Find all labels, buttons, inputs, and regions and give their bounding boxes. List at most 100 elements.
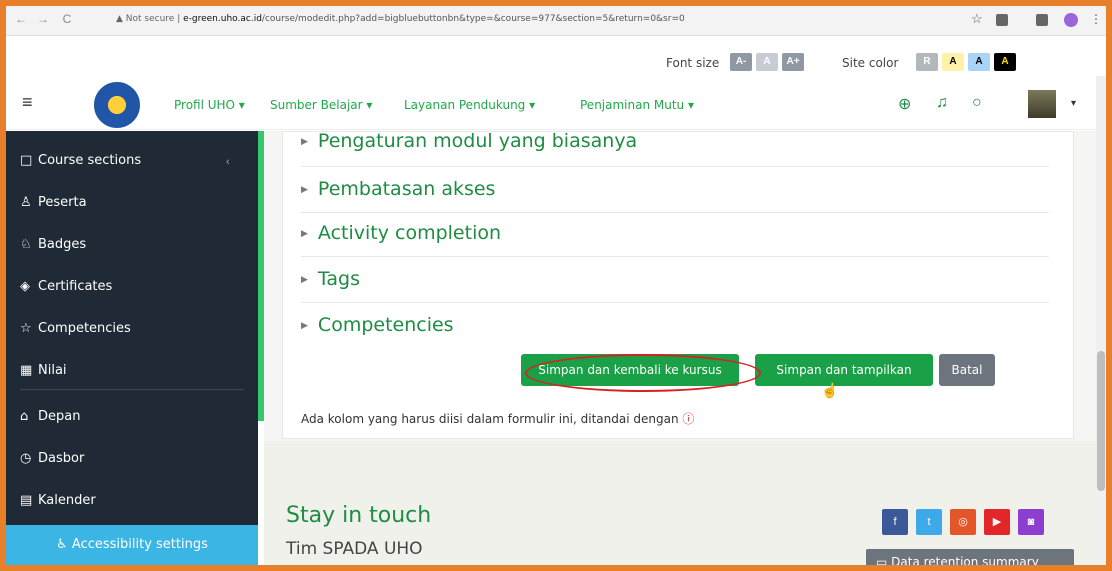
- home-icon: ⌂: [20, 409, 29, 424]
- highlight-circle-annotation: [525, 354, 761, 392]
- menu-penjaminan-mutu[interactable]: Penjaminan Mutu ▾: [580, 98, 694, 112]
- notification-bell-icon[interactable]: ♫: [936, 94, 948, 112]
- badge-icon: ♘: [20, 237, 32, 252]
- grades-table-icon: ▦: [20, 363, 33, 378]
- menu-sumber-belajar[interactable]: Sumber Belajar ▾: [270, 98, 372, 112]
- stay-in-touch-heading: Stay in touch: [286, 503, 432, 528]
- hamburger-menu-icon[interactable]: ≡: [22, 92, 33, 113]
- font-size-label: Font size: [666, 56, 720, 70]
- not-secure-warning: ▲ Not secure |: [116, 14, 181, 24]
- certificate-icon: ◈: [20, 279, 30, 294]
- sidebar-item-label: Certificates: [38, 279, 113, 294]
- section-divider: [301, 302, 1049, 303]
- browser-menu-icon[interactable]: ⋮: [1090, 12, 1102, 26]
- sidebar-item-dasbor[interactable]: ◷ Dasbor: [20, 451, 84, 466]
- sidebar-item-label: Course sections: [38, 153, 142, 168]
- section-label: Pembatasan akses: [317, 178, 496, 200]
- sidebar-divider: [20, 389, 244, 390]
- caret-right-icon: ▶: [301, 137, 308, 147]
- color-yellow-button[interactable]: A: [942, 53, 964, 71]
- forward-icon[interactable]: →: [34, 12, 52, 26]
- sidebar-item-badges[interactable]: ♘ Badges: [20, 237, 86, 252]
- course-sidebar: □ Course sections ‹ ♙ Peserta ♘ Badges ◈ Cer…: [6, 131, 258, 565]
- course-sections-icon: □: [20, 153, 33, 168]
- section-competencies[interactable]: ▶ Competencies: [301, 314, 1049, 336]
- sidebar-item-label: Competencies: [38, 321, 131, 336]
- section-label: Competencies: [317, 314, 454, 336]
- section-label: Activity completion: [317, 222, 502, 244]
- menu-layanan-pendukung[interactable]: Layanan Pendukung ▾: [404, 98, 535, 112]
- youtube-icon[interactable]: ▶: [984, 509, 1010, 535]
- accessibility-icon: ♿: [56, 537, 72, 552]
- section-divider: [301, 166, 1049, 167]
- accessibility-bar: Font size A- A A+ Site color R A A A: [6, 50, 1106, 76]
- dashboard-gauge-icon: ◷: [20, 451, 32, 466]
- profile-icon[interactable]: [1064, 13, 1078, 27]
- url-host: e-green.uho.ac.id: [183, 14, 262, 24]
- uho-logo[interactable]: [94, 82, 140, 128]
- caret-right-icon: ▶: [301, 321, 308, 331]
- star-icon: ☆: [20, 321, 32, 336]
- data-retention-summary-link[interactable]: ▭ Data retention summary: [866, 549, 1074, 565]
- sidebar-item-nilai[interactable]: ▦ Nilai: [20, 363, 67, 378]
- color-reset-button[interactable]: R: [916, 53, 938, 71]
- back-icon[interactable]: ←: [12, 12, 30, 26]
- users-icon: ♙: [20, 195, 32, 210]
- main-content: ▶ Pengaturan modul yang biasanya ▶ Pembata…: [264, 130, 1106, 565]
- section-pengaturan-modul[interactable]: ▶ Pengaturan modul yang biasanya: [301, 130, 1049, 152]
- section-label: Pengaturan modul yang biasanya: [317, 130, 638, 152]
- sidebar-item-label: Badges: [38, 237, 87, 252]
- save-and-display-button[interactable]: Simpan dan tampilkan: [755, 354, 933, 386]
- required-note-text: Ada kolom yang harus diisi dalam formuli…: [301, 412, 679, 426]
- instagram-icon[interactable]: ◙: [1018, 509, 1044, 535]
- section-activity-completion[interactable]: ▶ Activity completion: [301, 222, 1049, 244]
- font-reset-button[interactable]: A: [756, 53, 778, 71]
- chevron-left-icon[interactable]: ‹: [226, 156, 230, 168]
- user-menu-chevron-down-icon[interactable]: ▾: [1071, 98, 1076, 109]
- sidebar-item-label: Peserta: [38, 195, 87, 210]
- accessibility-settings-label: Accessibility settings: [71, 537, 208, 552]
- sidebar-item-peserta[interactable]: ♙ Peserta: [20, 195, 87, 210]
- website-icon[interactable]: ◎: [950, 509, 976, 535]
- section-tags[interactable]: ▶ Tags: [301, 268, 1049, 290]
- color-black-button[interactable]: A: [994, 53, 1016, 71]
- sidebar-item-label: Nilai: [38, 363, 67, 378]
- folder-icon: ▭: [876, 555, 892, 565]
- top-navbar: ≡ Profil UHO ▾ Sumber Belajar ▾ Layanan …: [6, 76, 1106, 130]
- cancel-button[interactable]: Batal: [939, 354, 995, 386]
- activity-form-card: ▶ Pengaturan modul yang biasanya ▶ Pembata…: [282, 130, 1074, 439]
- team-name: Tim SPADA UHO: [286, 539, 423, 559]
- menu-profil-uho[interactable]: Profil UHO ▾: [174, 98, 245, 112]
- bookmark-star-icon[interactable]: ☆: [971, 11, 983, 27]
- sidebar-item-depan[interactable]: ⌂ Depan: [20, 409, 80, 424]
- section-divider: [301, 212, 1049, 213]
- sidebar-item-competencies[interactable]: ☆ Competencies: [20, 321, 131, 336]
- required-fields-note: Ada kolom yang harus diisi dalam formuli…: [301, 410, 694, 427]
- font-decrease-button[interactable]: A-: [730, 53, 752, 71]
- caret-right-icon: ▶: [301, 229, 308, 239]
- color-blue-button[interactable]: A: [968, 53, 990, 71]
- section-pembatasan-akses[interactable]: ▶ Pembatasan akses: [301, 178, 1049, 200]
- url-path: /course/modedit.php?add=bigbluebuttonbn&…: [261, 14, 685, 24]
- globe-language-icon[interactable]: ⊕: [898, 94, 911, 114]
- page-scrollbar[interactable]: [1096, 76, 1106, 565]
- section-label: Tags: [317, 268, 360, 290]
- scrollbar-thumb[interactable]: [1097, 351, 1105, 491]
- font-increase-button[interactable]: A+: [782, 53, 804, 71]
- message-bubble-icon[interactable]: ○: [972, 94, 982, 112]
- extension-menu-icon[interactable]: [1036, 14, 1048, 26]
- extension-icon[interactable]: [996, 14, 1008, 26]
- twitter-icon[interactable]: t: [916, 509, 942, 535]
- site-color-label: Site color: [842, 56, 899, 70]
- required-indicator-icon: ⓘ: [682, 412, 695, 426]
- sidebar-item-label: Dasbor: [38, 451, 85, 466]
- user-avatar[interactable]: [1028, 90, 1056, 118]
- sidebar-item-kalender[interactable]: ▤ Kalender: [20, 493, 96, 508]
- accessibility-settings-button[interactable]: ♿ Accessibility settings: [6, 525, 258, 565]
- reload-icon[interactable]: C: [58, 12, 76, 26]
- browser-frame: ← → C ▲ Not secure | e-green.uho.ac.id/c…: [6, 6, 1106, 565]
- sidebar-item-course-sections[interactable]: □ Course sections: [20, 153, 141, 168]
- sidebar-item-certificates[interactable]: ◈ Certificates: [20, 279, 112, 294]
- facebook-icon[interactable]: f: [882, 509, 908, 535]
- address-bar[interactable]: ▲ Not secure | e-green.uho.ac.id/course/…: [116, 14, 685, 24]
